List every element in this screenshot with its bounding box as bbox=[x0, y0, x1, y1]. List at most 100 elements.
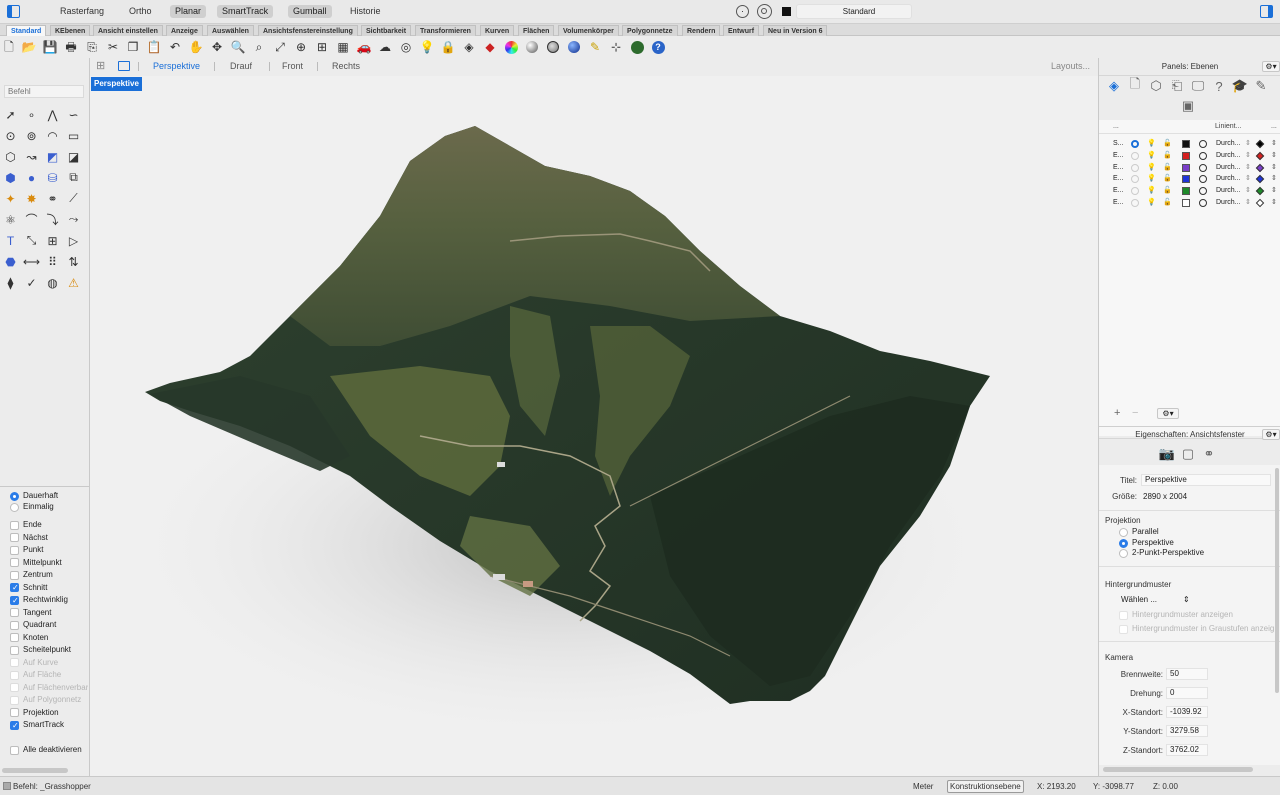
osnap-quadrant[interactable]: Quadrant bbox=[10, 619, 56, 631]
filter-circle-icon[interactable] bbox=[757, 4, 772, 19]
tab-rendern[interactable]: Rendern bbox=[682, 25, 721, 36]
dimension-icon[interactable]: ⤡ bbox=[23, 232, 40, 249]
tab-sichtbarkeit[interactable]: Sichtbarkeit bbox=[361, 25, 412, 36]
explode-icon[interactable]: ✸ bbox=[23, 190, 40, 207]
osnap-schnitt[interactable]: Schnitt bbox=[10, 582, 47, 594]
osnap-naechst[interactable]: Nächst bbox=[10, 532, 48, 544]
planar-toggle[interactable]: Planar bbox=[170, 5, 207, 18]
save-icon[interactable]: 💾 bbox=[43, 40, 58, 54]
command-history-icon[interactable] bbox=[3, 782, 11, 790]
color-wheel-icon[interactable] bbox=[504, 40, 518, 54]
tab-neu-in-version-6[interactable]: Neu in Version 6 bbox=[763, 25, 828, 36]
status-unit[interactable]: Meter bbox=[913, 781, 933, 792]
page-icon[interactable]: ⎗ bbox=[1169, 78, 1185, 94]
layer-row[interactable]: E... 💡 🔓 Durch... ⇕ ⇕ bbox=[1099, 150, 1280, 162]
extrude-icon[interactable]: ⧉ bbox=[65, 169, 82, 186]
light-bulb-icon[interactable]: 💡 bbox=[420, 40, 435, 54]
material-circle-icon[interactable] bbox=[1199, 140, 1207, 148]
properties-scrollbar[interactable] bbox=[1275, 468, 1279, 693]
tab-standard[interactable]: Standard bbox=[6, 25, 47, 36]
transform-icon[interactable]: ⇅ bbox=[65, 253, 82, 270]
measure-icon[interactable]: ⟷ bbox=[23, 253, 40, 270]
layer-row[interactable]: S... 💡 🔓 Durch... ⇕ ⇕ bbox=[1099, 138, 1280, 150]
pen-tool-icon[interactable]: ✎ bbox=[588, 40, 602, 54]
layer-row[interactable]: E... 💡 🔓 Durch... ⇕ ⇕ bbox=[1099, 185, 1280, 197]
tab-auswaehlen[interactable]: Auswählen bbox=[207, 25, 254, 36]
select-arrow-icon[interactable]: ➚ bbox=[2, 106, 19, 123]
box-icon[interactable]: ⬢ bbox=[2, 169, 19, 186]
render-tool-icon[interactable]: ◍ bbox=[44, 274, 61, 291]
help-circle-icon[interactable]: ? bbox=[1211, 78, 1227, 94]
layer-options-button[interactable]: ⚙▾ bbox=[1157, 408, 1179, 419]
text-icon[interactable]: T bbox=[2, 232, 19, 249]
tab-kebenen[interactable]: KEbenen bbox=[50, 25, 91, 36]
lock-icon[interactable]: 🔓 bbox=[1163, 185, 1172, 197]
osnap-scrollbar[interactable] bbox=[2, 768, 68, 773]
arc-icon[interactable]: ◠ bbox=[44, 127, 61, 144]
osnap-mittelpunkt[interactable]: Mittelpunkt bbox=[10, 557, 62, 569]
light-bulb-icon[interactable]: 💡 bbox=[1147, 162, 1156, 174]
layer-palette-icon[interactable]: ◈ bbox=[462, 40, 476, 54]
left-panel-toggle-icon[interactable] bbox=[7, 5, 20, 18]
circle-icon[interactable]: ⊙ bbox=[2, 127, 19, 144]
layer-col-linetype[interactable]: Linient... bbox=[1215, 123, 1241, 130]
current-layer-radio-icon[interactable] bbox=[1131, 175, 1139, 184]
layer-row[interactable]: E... 💡 🔓 Durch... ⇕ ⇕ bbox=[1099, 197, 1280, 209]
current-layer-radio-icon[interactable] bbox=[1131, 187, 1139, 196]
layer-row[interactable]: E... 💡 🔓 Durch... ⇕ ⇕ bbox=[1099, 173, 1280, 185]
lock-icon[interactable]: 🔓 bbox=[1163, 197, 1172, 209]
layouts-button[interactable]: Layouts... bbox=[1051, 60, 1090, 73]
group-icon[interactable]: ⚛ bbox=[2, 211, 19, 228]
osnap-projektion[interactable]: Projektion bbox=[10, 707, 59, 719]
new-icon[interactable]: 🗋 bbox=[2, 40, 16, 54]
material-circle-icon[interactable] bbox=[1199, 163, 1207, 172]
globe-icon[interactable] bbox=[567, 40, 581, 54]
light-bulb-icon[interactable]: 💡 bbox=[1147, 173, 1156, 185]
copy-icon[interactable]: ❐ bbox=[126, 40, 140, 54]
osnap-rechtwinklig[interactable]: Rechtwinklig bbox=[10, 594, 68, 607]
print-color-diamond-icon[interactable] bbox=[1255, 186, 1265, 196]
analyze-icon[interactable]: ⧫ bbox=[2, 274, 19, 291]
status-command[interactable]: Befehl: _Grasshopper bbox=[13, 781, 91, 792]
osnap-knoten[interactable]: Knoten bbox=[10, 632, 48, 644]
sphere-icon[interactable] bbox=[525, 40, 539, 54]
layer-color-swatch[interactable] bbox=[1182, 199, 1190, 207]
split-icon[interactable]: ⟋ bbox=[65, 190, 82, 207]
perspective-viewport[interactable]: Perspektive bbox=[90, 76, 1098, 776]
properties-gear-button[interactable]: ⚙▾ bbox=[1262, 429, 1280, 440]
current-layer-radio-icon[interactable] bbox=[1131, 140, 1139, 148]
viewport-tab-rechts[interactable]: Rechts bbox=[332, 60, 360, 73]
layer-colors-icon[interactable]: ◆ bbox=[483, 40, 497, 54]
paint-icon[interactable]: ⚠ bbox=[65, 274, 82, 291]
osnap-scheitelpunkt[interactable]: Scheitelpunkt bbox=[10, 644, 71, 656]
tab-kurven[interactable]: Kurven bbox=[480, 25, 515, 36]
tab-anzeige[interactable]: Anzeige bbox=[166, 25, 203, 36]
layer-linetype[interactable]: Durch... bbox=[1216, 150, 1241, 162]
mesh-icon[interactable]: ⬣ bbox=[2, 253, 19, 270]
add-layer-button[interactable]: + bbox=[1114, 407, 1120, 419]
layer-linetype[interactable]: Durch... bbox=[1216, 162, 1241, 174]
camera-x-field[interactable]: -1039.92 bbox=[1166, 706, 1208, 718]
osnap-smarttrack[interactable]: SmartTrack bbox=[10, 719, 64, 732]
properties-h-scrollbar[interactable] bbox=[1103, 767, 1253, 772]
graduation-icon[interactable]: 🎓 bbox=[1232, 78, 1248, 94]
pen-icon[interactable]: ✎ bbox=[1253, 78, 1269, 94]
tab-volumenkoerper[interactable]: Volumenkörper bbox=[558, 25, 619, 36]
remove-layer-button[interactable]: − bbox=[1132, 407, 1138, 419]
camera-y-field[interactable]: 3279.58 bbox=[1166, 725, 1208, 737]
lock-icon[interactable]: 🔓 bbox=[1163, 150, 1172, 162]
osnap-target-icon[interactable]: · bbox=[736, 5, 749, 18]
frame-icon[interactable]: ▢ bbox=[1180, 446, 1196, 462]
light-bulb-icon[interactable]: 💡 bbox=[1147, 185, 1156, 197]
target-icon[interactable]: ◎ bbox=[399, 40, 413, 54]
join-icon[interactable]: ⚭ bbox=[44, 190, 61, 207]
zoom-window-icon[interactable]: ⌕ bbox=[252, 40, 266, 54]
viewport-tab-perspektive[interactable]: Perspektive bbox=[153, 60, 200, 73]
layer-row[interactable]: E... 💡 🔓 Durch... ⇕ ⇕ bbox=[1099, 162, 1280, 174]
layer-linetype[interactable]: Durch... bbox=[1216, 185, 1241, 197]
cut-icon[interactable]: ✂ bbox=[106, 40, 120, 54]
osnap-punkt[interactable]: Punkt bbox=[10, 544, 43, 556]
current-layer-select[interactable]: Standard bbox=[796, 4, 912, 19]
zoom-icon[interactable]: 🔍 bbox=[231, 40, 246, 54]
offset-icon[interactable]: ⤵ bbox=[44, 211, 61, 228]
